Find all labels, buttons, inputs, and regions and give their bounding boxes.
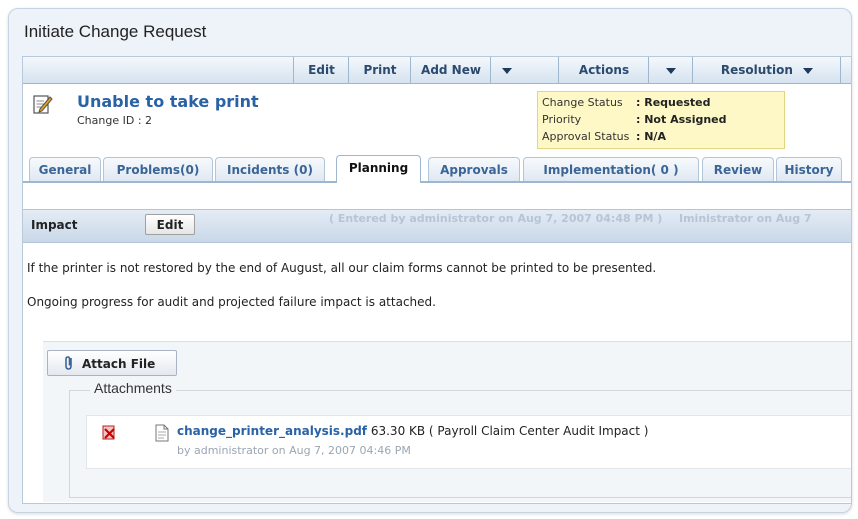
change-request-panel: Edit Print Add New Actions Resolution Un… bbox=[22, 56, 852, 504]
impact-description-1: If the printer is not restored by the en… bbox=[27, 261, 657, 275]
attachment-uploaded-by: by administrator on Aug 7, 2007 04:46 PM bbox=[177, 444, 411, 457]
triangle-down-icon bbox=[666, 67, 676, 74]
attachments-fieldset: Attachments change_printer_analysis.pdf bbox=[69, 380, 851, 498]
entered-by-overflow: Iministrator on Aug 7 bbox=[679, 212, 812, 225]
priority-label: Priority bbox=[542, 113, 582, 126]
priority-value: : Not Assigned bbox=[636, 113, 727, 126]
edit-note-icon bbox=[33, 95, 53, 114]
tab-planning[interactable]: Planning bbox=[336, 155, 421, 183]
tab-general[interactable]: General bbox=[29, 157, 101, 181]
attachments-area: Attach File Attachments change_printer_a… bbox=[43, 341, 851, 502]
impact-label: Impact bbox=[31, 218, 78, 232]
change-id: Change ID : 2 bbox=[77, 114, 153, 127]
tab-implementation[interactable]: Implementation( 0 ) bbox=[523, 157, 699, 181]
actions-dropdown[interactable] bbox=[648, 57, 693, 83]
triangle-down-icon bbox=[502, 67, 512, 74]
delete-file-icon[interactable] bbox=[101, 424, 117, 440]
approval-status-value: : N/A bbox=[636, 130, 666, 143]
window-title: Initiate Change Request bbox=[24, 22, 207, 41]
print-button[interactable]: Print bbox=[348, 57, 411, 83]
impact-edit-button[interactable]: Edit bbox=[145, 214, 195, 235]
attachments-legend: Attachments bbox=[90, 380, 176, 396]
attachment-row: change_printer_analysis.pdf 63.30 KB ( P… bbox=[86, 415, 851, 469]
tab-bar: General Problems(0) Incidents (0) Planni… bbox=[23, 155, 851, 183]
tab-history[interactable]: History bbox=[776, 157, 842, 181]
tab-approvals[interactable]: Approvals bbox=[428, 157, 520, 181]
resolution-menu[interactable]: Resolution bbox=[692, 57, 841, 83]
toolbar-end bbox=[840, 57, 851, 83]
toolbar: Edit Print Add New Actions Resolution bbox=[23, 57, 851, 84]
status-panel: Change Status : Requested Priority : Not… bbox=[537, 91, 785, 149]
tab-review[interactable]: Review bbox=[702, 157, 774, 181]
triangle-down-icon bbox=[803, 67, 814, 74]
attach-file-button[interactable]: Attach File bbox=[47, 350, 177, 376]
change-status-value: : Requested bbox=[636, 96, 711, 109]
add-new-dropdown[interactable] bbox=[490, 57, 523, 83]
paperclip-icon bbox=[65, 356, 72, 370]
edit-button[interactable]: Edit bbox=[293, 57, 349, 83]
change-status-label: Change Status bbox=[542, 96, 623, 109]
resolution-label: Resolution bbox=[720, 63, 793, 77]
impact-header: Impact Edit ( Entered by administrator o… bbox=[23, 209, 851, 243]
attachment-file-link[interactable]: change_printer_analysis.pdf bbox=[177, 424, 367, 438]
request-title: Unable to take print bbox=[77, 92, 259, 111]
tab-incidents[interactable]: Incidents (0) bbox=[215, 157, 325, 181]
add-new-button[interactable]: Add New bbox=[410, 57, 491, 83]
impact-description-2: Ongoing progress for audit and projected… bbox=[27, 295, 436, 309]
actions-button[interactable]: Actions bbox=[558, 57, 649, 83]
document-icon bbox=[155, 424, 169, 442]
approval-status-label: Approval Status bbox=[542, 130, 630, 143]
tab-problems[interactable]: Problems(0) bbox=[103, 157, 213, 181]
attachment-details: 63.30 KB ( Payroll Claim Center Audit Im… bbox=[370, 424, 649, 438]
attachment-info: change_printer_analysis.pdf 63.30 KB ( P… bbox=[177, 424, 648, 438]
attach-file-label: Attach File bbox=[82, 357, 156, 371]
